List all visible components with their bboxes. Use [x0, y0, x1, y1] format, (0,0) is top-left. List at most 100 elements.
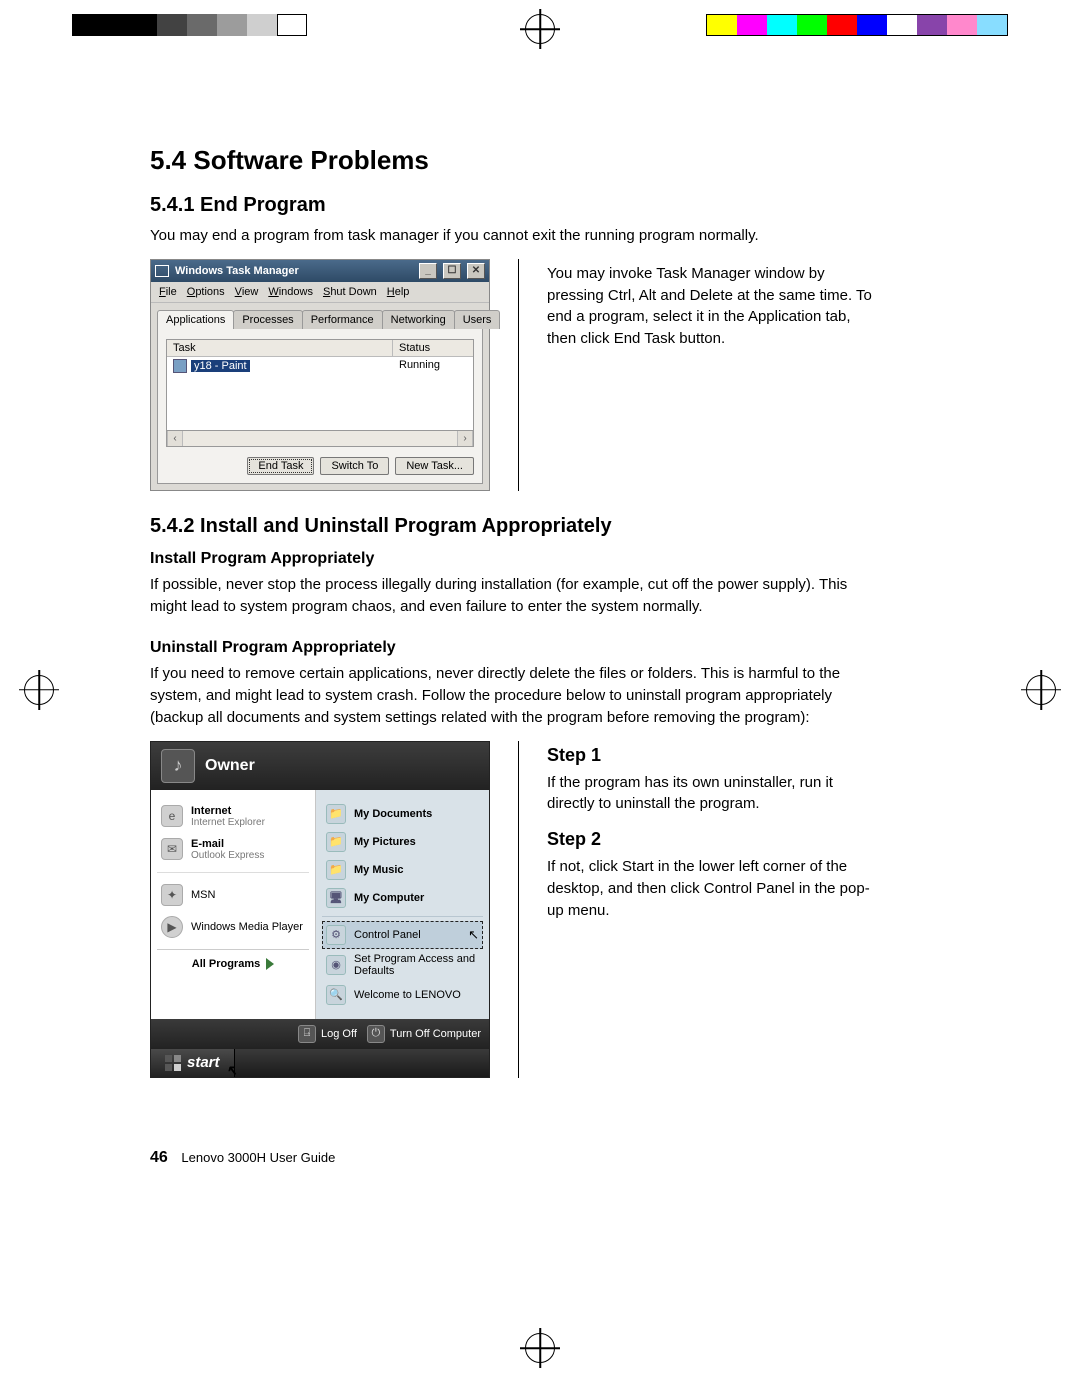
column-divider: [518, 741, 519, 1078]
menu-shut-down[interactable]: Shut Down: [323, 286, 377, 298]
pinned-sublabel: Internet Explorer: [191, 817, 265, 828]
menu-file[interactable]: File: [159, 286, 177, 298]
task-manager-window: Windows Task Manager _ ☐ ✕ File Options Vi…: [150, 259, 490, 491]
start-label: start: [187, 1054, 220, 1071]
paint-icon: [173, 359, 187, 373]
user-name: Owner: [205, 757, 255, 775]
user-avatar: ♪: [161, 749, 195, 783]
start-right-label: My Music: [354, 864, 404, 876]
start-right-label: Set Program Access and Defaults: [354, 953, 479, 977]
start-right-item[interactable]: 🔍 Welcome to LENOVO: [322, 981, 483, 1009]
menu-options[interactable]: Options: [187, 286, 225, 298]
task-manager-instructions: You may invoke Task Manager window by pr…: [547, 263, 880, 350]
menu-view[interactable]: View: [235, 286, 259, 298]
log-off-button[interactable]: ⍈Log Off: [298, 1025, 357, 1043]
switch-to-button[interactable]: Switch To: [320, 457, 389, 475]
start-menu-left-column: e InternetInternet Explorer ✉ E-mailOutl…: [151, 790, 316, 1019]
registration-mark-top: [525, 14, 555, 44]
end-task-button[interactable]: End Task: [247, 457, 314, 475]
intro-text: You may end a program from task manager …: [150, 225, 880, 247]
section-title: 5.4 Software Problems: [150, 145, 880, 176]
turn-off-button[interactable]: ⏻Turn Off Computer: [367, 1025, 481, 1043]
color-patches: [706, 14, 1008, 36]
start-menu-header: ♪ Owner: [151, 742, 489, 790]
start-item-label: Windows Media Player: [191, 921, 303, 933]
menu-help[interactable]: Help: [387, 286, 410, 298]
cursor-icon: ↖: [468, 927, 479, 943]
book-title: Lenovo 3000H User Guide: [181, 1150, 335, 1165]
task-status: Running: [393, 357, 473, 375]
scroll-right-icon[interactable]: ›: [457, 431, 473, 446]
control-panel-icon: ⚙: [326, 925, 346, 945]
start-right-label: My Pictures: [354, 836, 416, 848]
start-right-item[interactable]: ⚙Control Panel↖: [322, 921, 483, 949]
pinned-label: Internet: [191, 805, 265, 817]
pinned-sublabel: Outlook Express: [191, 850, 264, 861]
print-calibration-strip: [0, 14, 1080, 36]
tab-processes[interactable]: Processes: [233, 310, 302, 329]
horizontal-scrollbar[interactable]: ‹ ›: [166, 431, 474, 447]
pinned-email[interactable]: ✉ E-mailOutlook Express: [157, 833, 309, 866]
folder-icon: 📁: [326, 860, 346, 880]
subsection-title-install-uninstall: 5.4.2 Install and Uninstall Program Appr…: [150, 515, 880, 538]
search-icon: 🔍: [326, 985, 346, 1005]
step1-text: If the program has its own uninstaller, …: [547, 772, 880, 816]
scroll-left-icon[interactable]: ‹: [167, 431, 183, 446]
menu-windows[interactable]: Windows: [268, 286, 313, 298]
maximize-button[interactable]: ☐: [443, 263, 461, 279]
start-right-item[interactable]: 📁My Pictures: [322, 828, 483, 856]
table-row[interactable]: y18 - Paint Running: [167, 357, 473, 375]
tab-performance[interactable]: Performance: [302, 310, 383, 329]
start-right-item[interactable]: 📁 My Music: [322, 856, 483, 884]
page-content: 5.4 Software Problems 5.4.1 End Program …: [150, 145, 880, 1102]
tab-networking[interactable]: Networking: [382, 310, 455, 329]
new-task-button[interactable]: New Task...: [395, 457, 474, 475]
logoff-label: Log Off: [321, 1028, 357, 1040]
page-footer: 46 Lenovo 3000H User Guide: [150, 1149, 335, 1167]
mail-icon: ✉: [161, 838, 183, 860]
task-name: y18 - Paint: [191, 360, 250, 372]
page-number: 46: [150, 1149, 168, 1166]
grayscale-patches: [72, 14, 307, 36]
start-right-item[interactable]: ◉Set Program Access and Defaults: [322, 949, 483, 981]
uninstall-text: If you need to remove certain applicatio…: [150, 663, 880, 728]
start-right-item[interactable]: 📁 My Documents: [322, 800, 483, 828]
computer-icon: 🖥: [326, 888, 346, 908]
step2-heading: Step 2: [547, 829, 880, 850]
heading-install: Install Program Appropriately: [150, 550, 880, 568]
titlebar: Windows Task Manager _ ☐ ✕: [151, 260, 489, 282]
start-right-item[interactable]: 🖥 My Computer: [322, 884, 483, 912]
task-list[interactable]: Task Status y18 - Paint Running: [166, 339, 474, 431]
start-right-label: Welcome to LENOVO: [354, 989, 461, 1001]
window-title: Windows Task Manager: [175, 265, 413, 277]
pinned-internet[interactable]: e InternetInternet Explorer: [157, 800, 309, 833]
menu-bar: File Options View Windows Shut Down Help: [151, 282, 489, 303]
start-right-label: My Documents: [354, 808, 432, 820]
taskbar: start ↖: [151, 1049, 489, 1077]
cursor-icon: ↖: [226, 1062, 238, 1079]
start-button[interactable]: start ↖: [151, 1049, 235, 1077]
tab-applications[interactable]: Applications: [157, 310, 234, 329]
ie-icon: e: [161, 805, 183, 827]
tab-panel-applications: Task Status y18 - Paint Running ‹ ›: [157, 328, 483, 484]
chevron-right-icon: [266, 958, 274, 970]
column-header-status[interactable]: Status: [393, 340, 473, 356]
registration-mark-left: [24, 675, 54, 705]
minimize-button[interactable]: _: [419, 263, 437, 279]
start-right-label: My Computer: [354, 892, 424, 904]
tab-users[interactable]: Users: [454, 310, 501, 329]
wmp-icon: ▶: [161, 916, 183, 938]
all-programs[interactable]: All Programs: [157, 949, 309, 970]
start-item-msn[interactable]: ✦ MSN: [157, 879, 309, 911]
install-text: If possible, never stop the process ille…: [150, 574, 880, 618]
folder-icon: 📁: [326, 804, 346, 824]
subsection-title-end-program: 5.4.1 End Program: [150, 194, 880, 217]
step1-heading: Step 1: [547, 745, 880, 766]
start-item-wmp[interactable]: ▶ Windows Media Player: [157, 911, 309, 943]
all-programs-label: All Programs: [192, 958, 260, 970]
power-icon: ⏻: [367, 1025, 385, 1043]
close-button[interactable]: ✕: [467, 263, 485, 279]
app-icon: [155, 265, 169, 277]
column-header-task[interactable]: Task: [167, 340, 393, 356]
start-menu-right-column: 📁 My Documents 📁My Pictures 📁 My Music 🖥 My Co…: [316, 790, 489, 1019]
